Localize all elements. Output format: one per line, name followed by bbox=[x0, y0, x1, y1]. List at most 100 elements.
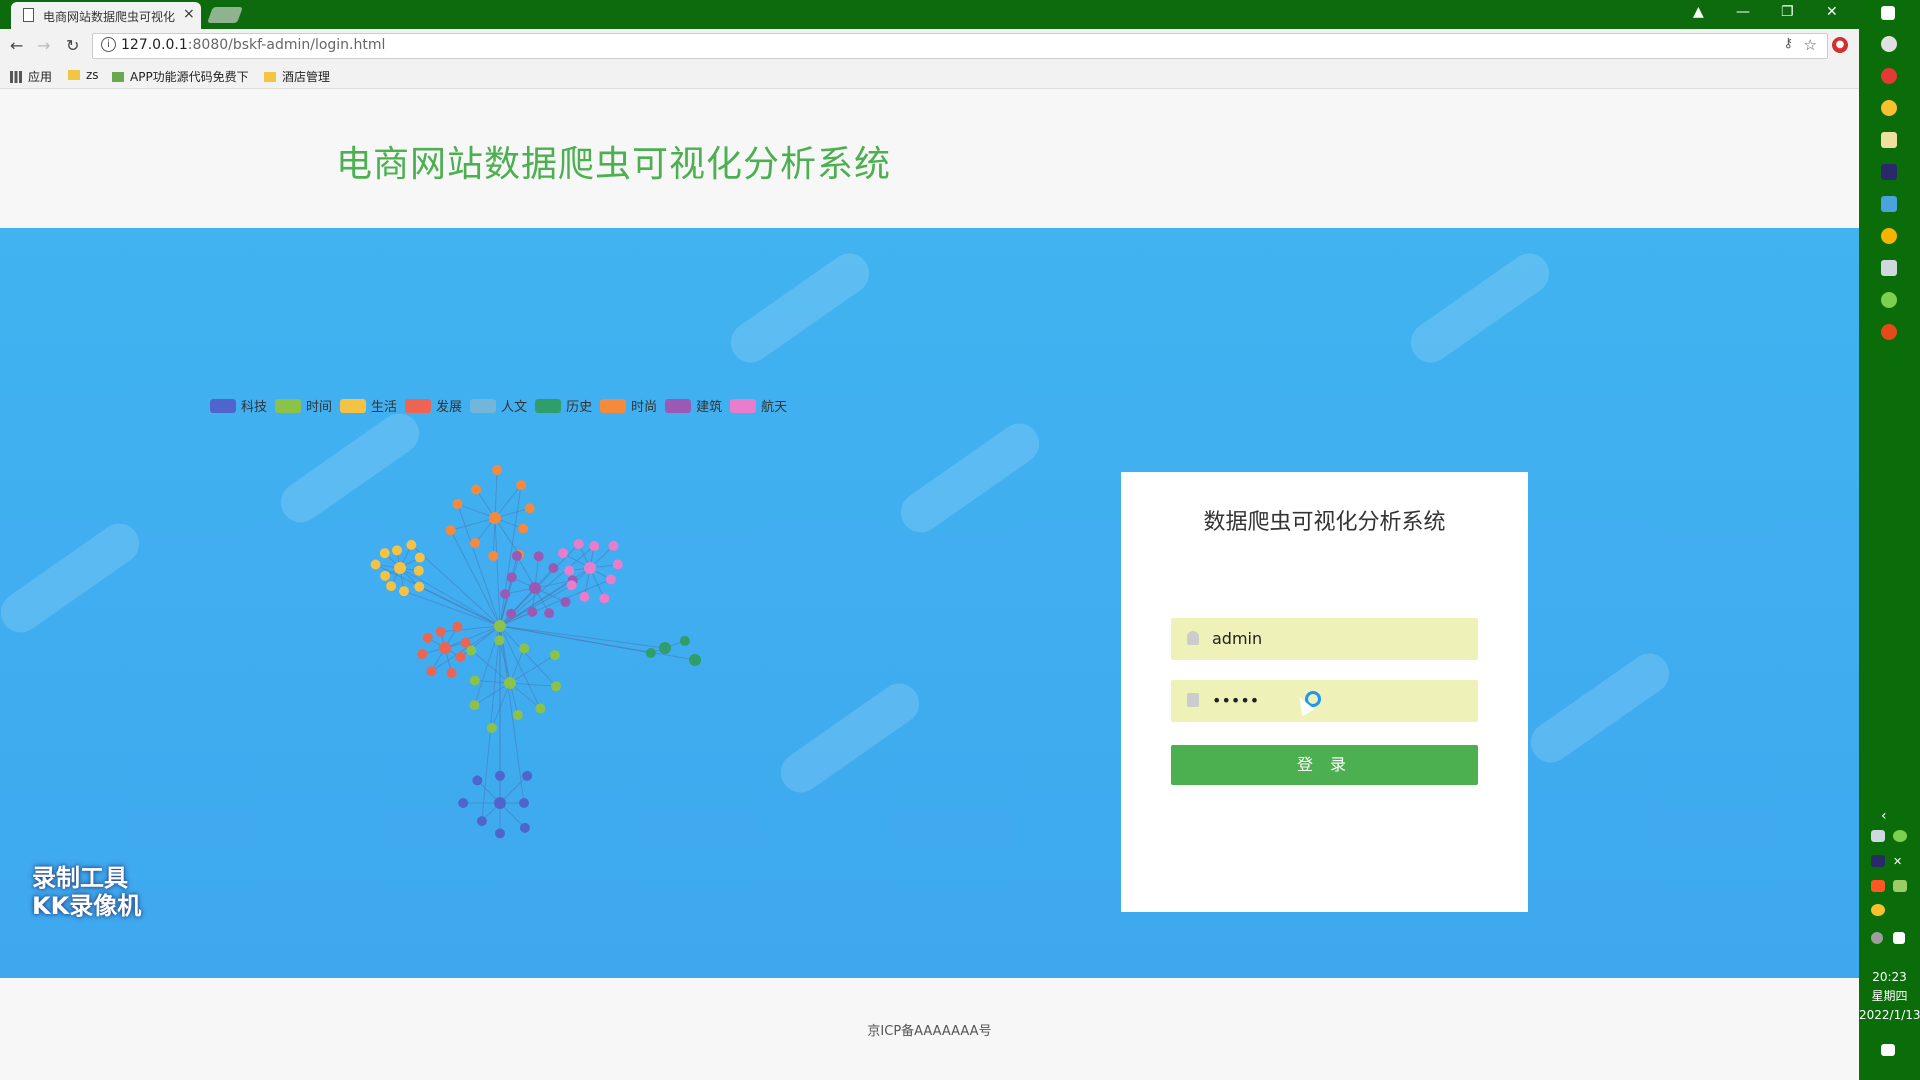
app-tray-icon[interactable] bbox=[1871, 880, 1885, 892]
shield-icon[interactable] bbox=[1893, 880, 1907, 892]
graph-node[interactable] bbox=[417, 648, 428, 659]
graph-node[interactable] bbox=[518, 523, 529, 534]
checkbox-tray-icon[interactable] bbox=[1893, 932, 1905, 944]
graph-node[interactable] bbox=[455, 652, 466, 663]
user-icon[interactable]: ▲ bbox=[1693, 4, 1704, 20]
graph-node[interactable] bbox=[494, 797, 506, 809]
legend-item[interactable]: 科技 bbox=[210, 396, 267, 415]
graph-node[interactable] bbox=[524, 503, 535, 514]
mute-icon[interactable]: ✕ bbox=[1893, 855, 1907, 868]
chrome-icon[interactable] bbox=[1881, 68, 1897, 84]
graph-node[interactable] bbox=[394, 562, 406, 574]
legend-item[interactable]: 人文 bbox=[470, 396, 527, 415]
graph-node[interactable] bbox=[564, 565, 575, 576]
graph-node[interactable] bbox=[519, 798, 529, 808]
legend-item[interactable]: 时尚 bbox=[600, 396, 657, 415]
graph-node[interactable] bbox=[519, 822, 530, 833]
graph-node[interactable] bbox=[495, 828, 505, 839]
graph-node[interactable] bbox=[370, 559, 381, 570]
wechat-icon[interactable] bbox=[1881, 292, 1897, 308]
graph-node[interactable] bbox=[460, 637, 471, 648]
forward-icon[interactable]: → bbox=[37, 36, 50, 55]
new-tab-button[interactable] bbox=[207, 7, 243, 23]
bookmark-star-icon[interactable]: ☆ bbox=[1804, 36, 1817, 54]
reload-icon[interactable]: ↻ bbox=[66, 36, 79, 55]
password-field[interactable]: ••••• bbox=[1171, 680, 1478, 722]
graph-node[interactable] bbox=[471, 484, 482, 495]
system-clock[interactable]: 20:23 星期四 2022/1/13 bbox=[1859, 968, 1920, 1025]
graph-node[interactable] bbox=[519, 643, 530, 654]
key-icon[interactable]: ⚷ bbox=[1783, 36, 1793, 51]
app-tray-icon[interactable] bbox=[1871, 904, 1885, 916]
notes-icon[interactable] bbox=[1881, 132, 1897, 148]
graph-node[interactable] bbox=[495, 770, 505, 781]
app-icon[interactable] bbox=[1881, 324, 1897, 340]
info-icon[interactable]: i bbox=[101, 37, 116, 52]
intellij-icon[interactable] bbox=[1881, 164, 1897, 180]
graph-node[interactable] bbox=[512, 710, 523, 721]
graph-node[interactable] bbox=[492, 465, 503, 476]
graph-node[interactable] bbox=[422, 632, 433, 643]
graph-node[interactable] bbox=[488, 550, 499, 561]
graph-node[interactable] bbox=[494, 620, 506, 632]
graph-node[interactable] bbox=[549, 650, 560, 661]
graph-node[interactable] bbox=[494, 635, 505, 646]
chevron-left-icon[interactable]: ‹ bbox=[1881, 808, 1897, 824]
graph-node[interactable] bbox=[439, 642, 451, 654]
graph-node[interactable] bbox=[533, 551, 544, 562]
bookmark-hotel[interactable]: 酒店管理 bbox=[264, 68, 330, 85]
graph-node[interactable] bbox=[566, 580, 577, 591]
graph-node[interactable] bbox=[527, 606, 538, 617]
graph-node[interactable] bbox=[579, 591, 590, 602]
graph-node[interactable] bbox=[529, 582, 541, 594]
graph-node[interactable] bbox=[500, 588, 511, 599]
restore-icon[interactable]: ❐ bbox=[1781, 4, 1794, 20]
minimize-icon[interactable]: — bbox=[1736, 4, 1750, 20]
graph-node[interactable] bbox=[522, 770, 533, 781]
wechat-tray-icon[interactable] bbox=[1893, 830, 1907, 842]
graph-node[interactable] bbox=[426, 666, 437, 677]
explorer-icon[interactable] bbox=[1881, 196, 1897, 212]
legend-item[interactable]: 建筑 bbox=[665, 396, 722, 415]
graph-node[interactable] bbox=[506, 572, 517, 583]
graph-node[interactable] bbox=[486, 722, 497, 733]
graph-node[interactable] bbox=[379, 548, 390, 559]
graph-node[interactable] bbox=[452, 498, 463, 509]
graph-node[interactable] bbox=[608, 540, 619, 551]
legend-item[interactable]: 航天 bbox=[730, 396, 787, 415]
legend-item[interactable]: 发展 bbox=[405, 396, 462, 415]
graph-node[interactable] bbox=[414, 552, 425, 563]
graph-node[interactable] bbox=[605, 574, 616, 585]
back-icon[interactable]: ← bbox=[10, 36, 23, 55]
network-graph[interactable] bbox=[0, 228, 1859, 978]
legend-item[interactable]: 生活 bbox=[340, 396, 397, 415]
remote-desktop-icon[interactable] bbox=[1881, 260, 1897, 276]
graph-node[interactable] bbox=[551, 681, 562, 692]
graph-node[interactable] bbox=[557, 548, 568, 559]
graph-node[interactable] bbox=[391, 545, 402, 556]
graph-node[interactable] bbox=[544, 608, 555, 619]
legend-item[interactable]: 历史 bbox=[535, 396, 592, 415]
tray-icon[interactable] bbox=[1871, 830, 1885, 842]
graph-node[interactable] bbox=[414, 581, 425, 592]
graph-node[interactable] bbox=[386, 581, 397, 592]
graph-node[interactable] bbox=[476, 816, 487, 827]
bookmark-zs[interactable]: zs bbox=[68, 68, 99, 82]
graph-node[interactable] bbox=[679, 635, 690, 646]
graph-node[interactable] bbox=[458, 798, 469, 808]
graph-node[interactable] bbox=[470, 538, 481, 549]
graph-node[interactable] bbox=[599, 593, 610, 604]
graph-node[interactable] bbox=[446, 667, 457, 678]
app-icon[interactable] bbox=[1881, 228, 1897, 244]
bookmark-apps[interactable]: 应用 bbox=[10, 68, 52, 85]
browser-tab[interactable]: 电商网站数据爬虫可视化 × bbox=[11, 2, 201, 29]
graph-node[interactable] bbox=[584, 562, 596, 574]
graph-node[interactable] bbox=[435, 626, 446, 637]
graph-node[interactable] bbox=[472, 775, 483, 786]
graph-node[interactable] bbox=[406, 539, 417, 550]
login-button[interactable]: 登 录 bbox=[1171, 745, 1478, 785]
graph-node[interactable] bbox=[504, 677, 516, 689]
graph-node[interactable] bbox=[445, 525, 456, 536]
graph-node[interactable] bbox=[398, 586, 409, 597]
graph-node[interactable] bbox=[645, 648, 656, 659]
